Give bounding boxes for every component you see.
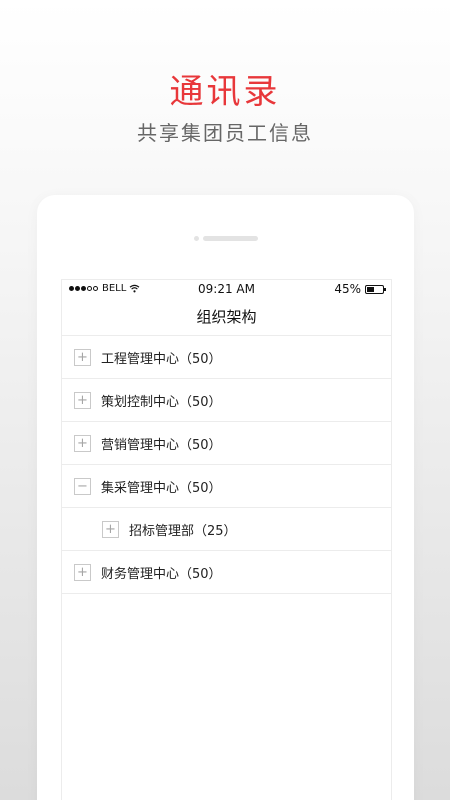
expand-plus-icon[interactable]: + [74,563,91,581]
org-tree: + 工程管理中心（50） + 策划控制中心（50） + 营销管理中心（50） −… [62,336,391,594]
battery-icon [365,284,386,294]
hero-subtitle: 共享集团员工信息 [137,121,313,145]
tree-item-label: 招标管理部（25） [129,523,237,539]
tree-item-marketing[interactable]: + 营销管理中心（50） [62,422,391,465]
tree-item-label: 工程管理中心（50） [101,351,222,367]
hero-title: 通讯录 [169,72,281,112]
collapse-minus-icon[interactable]: − [74,477,91,495]
battery-percent: 45% [334,282,361,296]
camera-dot [194,236,199,241]
expand-plus-icon[interactable]: + [74,348,91,366]
phone-screen: BELL 09:21 AM 45% 组织架构 + 工程管理中心（50） + 策划… [61,279,392,800]
status-right: 45% [334,282,386,296]
tree-item-finance[interactable]: + 财务管理中心（50） [62,551,391,594]
expand-plus-icon[interactable]: + [74,391,91,409]
tree-item-label: 财务管理中心（50） [101,566,222,582]
tree-item-planning-control[interactable]: + 策划控制中心（50） [62,379,391,422]
status-bar: BELL 09:21 AM 45% [62,280,391,298]
tree-item-procurement[interactable]: − 集采管理中心（50） [62,465,391,508]
expand-plus-icon[interactable]: + [102,520,119,538]
tree-item-label: 策划控制中心（50） [101,394,222,410]
tree-item-label: 集采管理中心（50） [101,480,222,496]
expand-plus-icon[interactable]: + [74,434,91,452]
speaker-grille [203,236,258,241]
page-title: 组织架构 [62,298,391,336]
tree-item-bidding-dept[interactable]: + 招标管理部（25） [62,508,391,551]
tree-item-label: 营销管理中心（50） [101,437,222,453]
tree-item-engineering[interactable]: + 工程管理中心（50） [62,336,391,379]
phone-frame: BELL 09:21 AM 45% 组织架构 + 工程管理中心（50） + 策划… [37,195,414,800]
